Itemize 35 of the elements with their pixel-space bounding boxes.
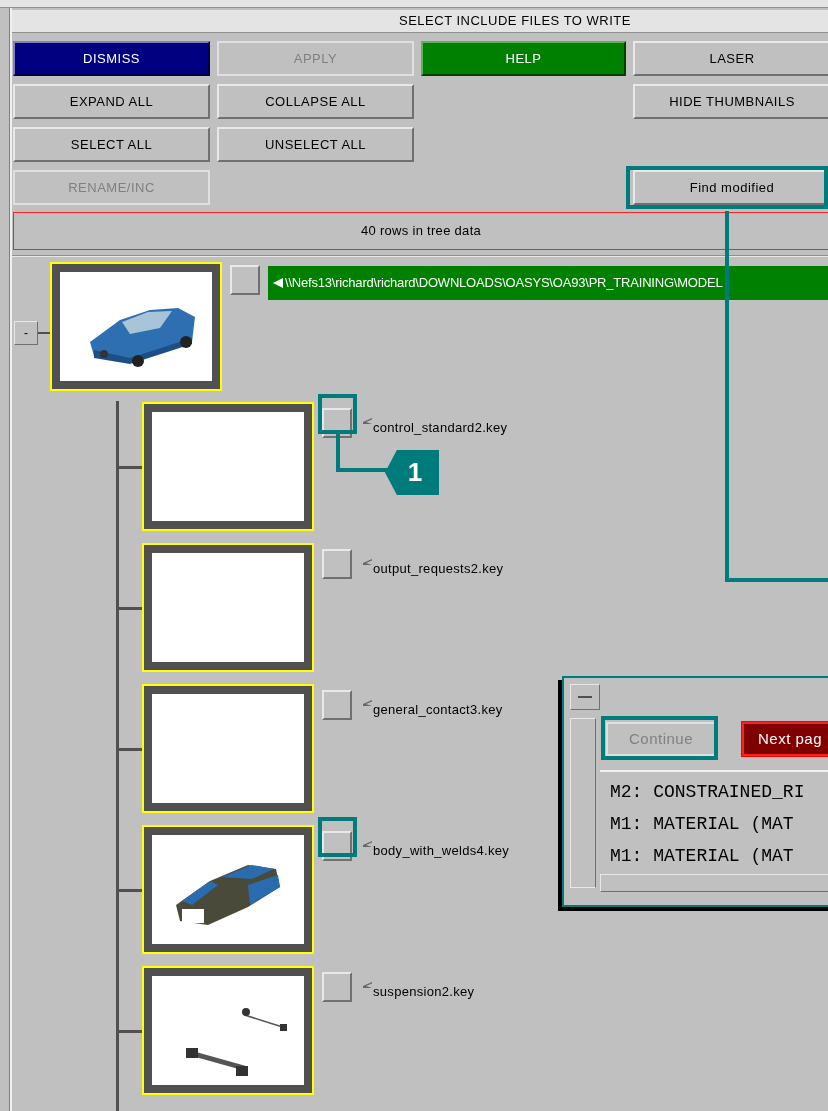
arrow-icon — [272, 277, 284, 289]
scroll-bar[interactable] — [600, 874, 828, 892]
button[interactable]: DISMISS — [13, 41, 210, 76]
status-text: 40 rows in tree data — [360, 222, 482, 241]
arrow-icon — [362, 981, 373, 989]
arrow-icon — [362, 558, 373, 566]
file-name: control_standard2.key — [373, 419, 508, 437]
scroll-bar[interactable] — [570, 718, 596, 888]
output-line: M1: MATERIAL (MAT — [610, 845, 795, 868]
arrow-icon — [362, 699, 373, 707]
button[interactable]: UNSELECT ALL — [217, 127, 414, 162]
button[interactable]: HELP — [421, 41, 626, 76]
output-line: M2: CONSTRAINED_RI — [610, 781, 806, 804]
button[interactable]: SELECT ALL — [13, 127, 210, 162]
file-name: output_requests2.key — [373, 560, 504, 578]
file-name: general_contact3.key — [373, 701, 503, 719]
callout-badge: 1 — [385, 450, 439, 495]
checkbox[interactable] — [322, 549, 352, 579]
button[interactable]: LASER — [633, 41, 828, 76]
checkbox[interactable] — [230, 265, 260, 295]
file-name: body_with_welds4.key — [373, 842, 510, 860]
minimize-icon — [578, 696, 592, 700]
arrow-icon — [362, 417, 373, 425]
file-name: suspension2.key — [373, 983, 475, 1001]
checkbox[interactable] — [322, 690, 352, 720]
button[interactable]: COLLAPSE ALL — [217, 84, 414, 119]
output-line: M1: MATERIAL (MAT — [610, 813, 795, 836]
window-title: SELECT INCLUDE FILES TO WRITE — [399, 12, 631, 31]
button[interactable]: EXPAND ALL — [13, 84, 210, 119]
checkbox[interactable] — [322, 972, 352, 1002]
button[interactable]: HIDE THUMBNAILS — [633, 84, 828, 119]
collapse-button[interactable]: - — [14, 321, 38, 345]
path-text: \\Nefs13\richard\richard\DOWNLOADS\OASYS\OA93\PR_TRAINING\MODEL — [285, 274, 723, 293]
arrow-icon — [362, 840, 373, 848]
next-page-button[interactable]: Next pag — [742, 722, 828, 756]
